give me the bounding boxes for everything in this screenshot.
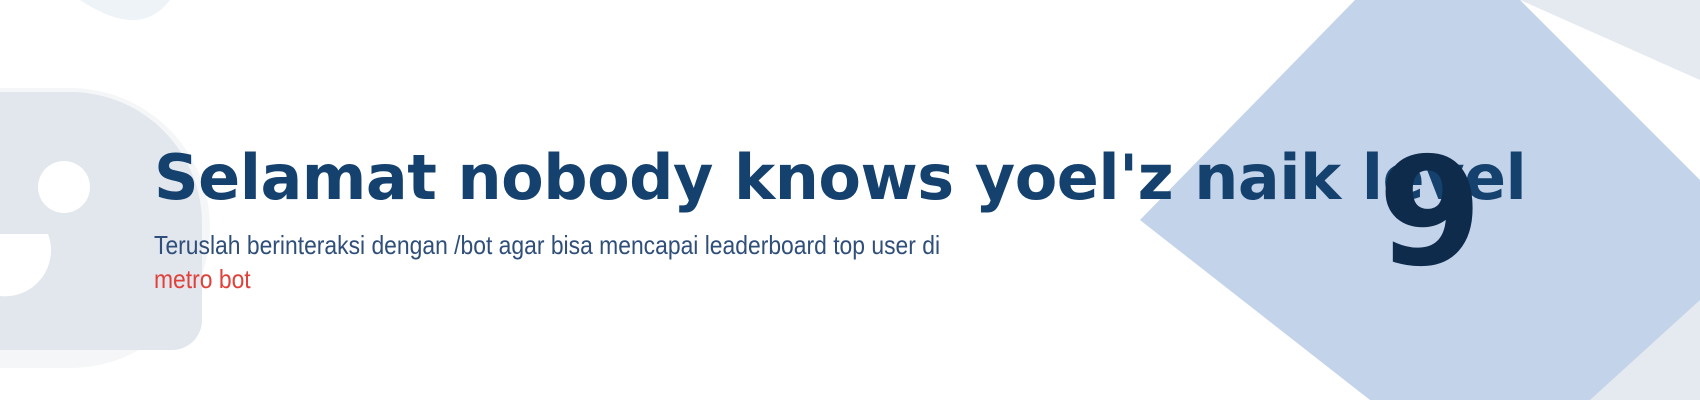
- subtitle-highlight: metro bot: [154, 264, 251, 294]
- subtitle: Teruslah berinteraksi dengan /bot agar b…: [154, 228, 1096, 296]
- level-up-banner: Selamat nobody knows yoel'z naik level T…: [0, 0, 1700, 400]
- top-arc-decoration: [80, 0, 170, 20]
- level-number: 9: [1377, 126, 1483, 300]
- subtitle-text: Teruslah berinteraksi dengan /bot agar b…: [154, 230, 941, 260]
